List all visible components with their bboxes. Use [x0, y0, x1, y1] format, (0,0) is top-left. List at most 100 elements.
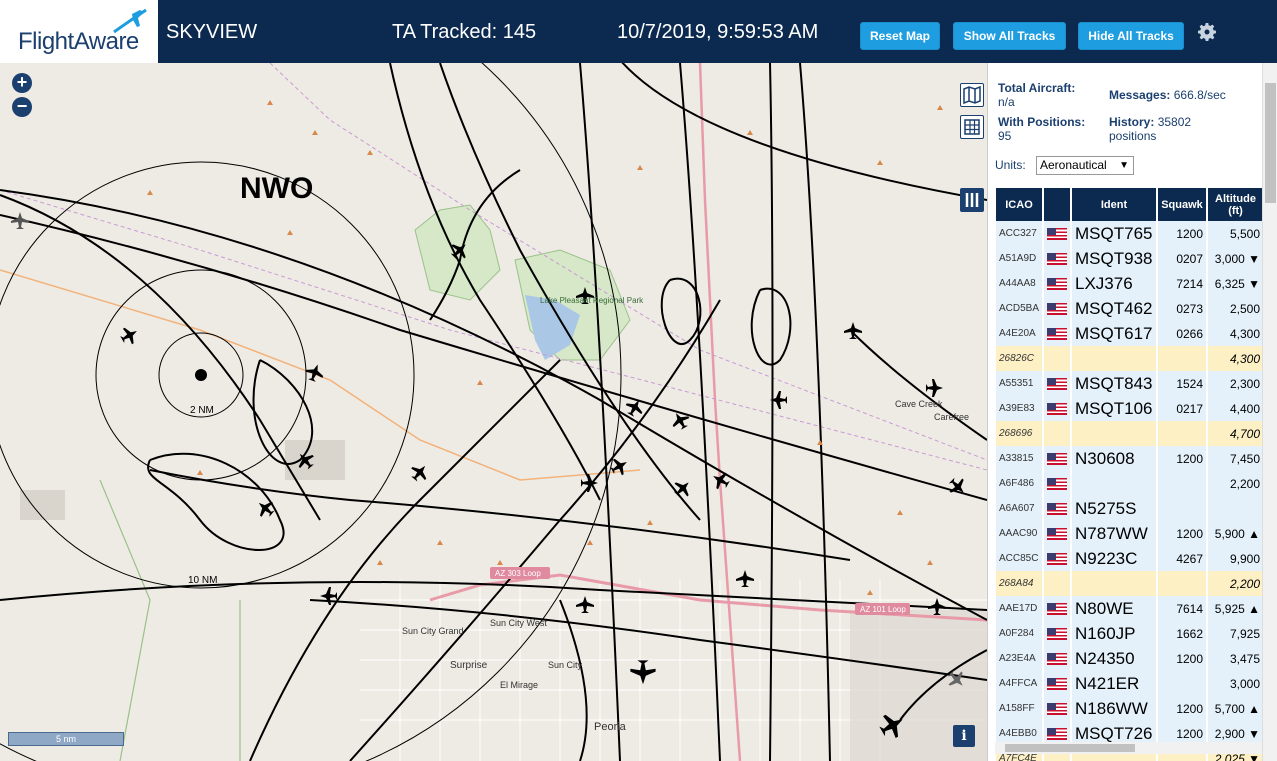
col-flag[interactable] — [1043, 188, 1073, 221]
map-layers-icon[interactable] — [960, 83, 984, 107]
table-row[interactable]: 268696 4,700 — [996, 421, 1266, 446]
place-label: Sun City West — [490, 618, 547, 628]
ident-cell: N787WW — [1071, 521, 1159, 546]
squawk-cell — [1157, 471, 1209, 496]
altitude-cell: 4,300 — [1207, 321, 1266, 346]
history-stat: History: 35802 positions — [1109, 115, 1219, 143]
flag-cell — [1043, 271, 1073, 296]
flag-cell — [1043, 646, 1073, 671]
positions-label: With Positions: — [998, 115, 1086, 129]
top-bar: FlightAware SKYVIEW TA Tracked: 145 10/7… — [0, 0, 1277, 63]
map-canvas[interactable]: NWO 2 NM 10 NM Sun City Grand Sun City W… — [0, 63, 987, 761]
table-row[interactable]: A39E83 MSQT106 0217 4,400 — [996, 396, 1266, 421]
reset-map-button[interactable]: Reset Map — [860, 22, 940, 50]
us-flag-icon — [1047, 328, 1068, 341]
squawk-cell: 1662 — [1157, 621, 1209, 646]
us-flag-icon — [1047, 403, 1068, 416]
us-flag-icon — [1047, 603, 1068, 616]
table-row[interactable]: AAE17D N80WE 7614 5,925 ▲ — [996, 596, 1266, 621]
map-view[interactable]: NWO 2 NM 10 NM Sun City Grand Sun City W… — [0, 63, 987, 761]
ident-cell: MSQT617 — [1071, 321, 1159, 346]
squawk-cell — [1157, 346, 1209, 371]
table-row[interactable]: ACC327 MSQT765 1200 5,500 — [996, 221, 1266, 246]
flag-cell — [1043, 471, 1073, 496]
squawk-cell — [1157, 421, 1209, 446]
table-row[interactable]: A6A607 N5275S — [996, 496, 1266, 521]
table-row[interactable]: A0F284 N160JP 1662 7,925 — [996, 621, 1266, 646]
place-label: Sun City Grand — [402, 626, 464, 636]
place-label: Cave Creek — [895, 399, 943, 409]
zoom-out-button[interactable]: − — [12, 97, 32, 117]
table-row[interactable]: AAAC90 N787WW 1200 5,900 ▲ — [996, 521, 1266, 546]
hide-all-tracks-button[interactable]: Hide All Tracks — [1078, 22, 1184, 50]
ident-cell — [1071, 571, 1159, 596]
col-squawk[interactable]: Squawk — [1157, 188, 1209, 221]
col-altitude[interactable]: Altitude (ft) — [1207, 188, 1266, 221]
positions-value: 95 — [998, 129, 1012, 143]
units-value: Aeronautical — [1040, 158, 1107, 172]
scroll-thumb[interactable] — [1265, 83, 1276, 203]
table-row[interactable]: 26826C 4,300 — [996, 346, 1266, 371]
table-row[interactable]: A23E4A N24350 1200 3,475 — [996, 646, 1266, 671]
squawk-cell — [1157, 671, 1209, 696]
map-scale-bar: 5 nm — [8, 732, 124, 746]
flag-cell — [1043, 296, 1073, 321]
zoom-in-button[interactable]: + — [12, 73, 32, 93]
scroll-thumb[interactable] — [1005, 744, 1135, 752]
total-aircraft-label: Total Aircraft: — [998, 81, 1076, 95]
us-flag-icon — [1047, 278, 1068, 291]
table-row[interactable]: ACC85C N9223C 4267 9,900 — [996, 546, 1266, 571]
icao-cell: A158FF — [996, 696, 1045, 721]
table-row[interactable]: A4E20A MSQT617 0266 4,300 — [996, 321, 1266, 346]
col-ident[interactable]: Ident — [1071, 188, 1159, 221]
units-select[interactable]: Aeronautical ▼ — [1036, 156, 1134, 175]
altitude-cell: 5,700 ▲ — [1207, 696, 1266, 721]
squawk-cell: 0273 — [1157, 296, 1209, 321]
flag-cell — [1043, 321, 1073, 346]
altitude-cell: 2,500 — [1207, 296, 1266, 321]
flightaware-logo[interactable]: FlightAware — [0, 0, 160, 63]
place-label: Carefree — [934, 412, 969, 422]
table-row[interactable]: A4FFCA N421ER 3,000 — [996, 671, 1266, 696]
place-label: Peoria — [594, 721, 627, 733]
columns-icon[interactable] — [960, 188, 984, 212]
table-row[interactable]: 268A84 2,200 — [996, 571, 1266, 596]
flag-cell — [1043, 396, 1073, 421]
table-row[interactable]: A33815 N30608 1200 7,450 — [996, 446, 1266, 471]
icao-cell: A6A607 — [996, 496, 1045, 521]
us-flag-icon — [1047, 553, 1068, 566]
table-row[interactable]: A55351 MSQT843 1524 2,300 — [996, 371, 1266, 396]
us-flag-icon — [1047, 478, 1068, 491]
table-horizontal-scrollbar[interactable] — [995, 742, 1262, 754]
us-flag-icon — [1047, 678, 1068, 691]
table-row[interactable]: A44AA8 LXJ376 7214 6,325 ▼ — [996, 271, 1266, 296]
grid-icon[interactable] — [960, 115, 984, 139]
altitude-cell: 5,500 — [1207, 221, 1266, 246]
altitude-cell: 7,450 — [1207, 446, 1266, 471]
flag-cell — [1043, 546, 1073, 571]
altitude-cell: 4,400 — [1207, 396, 1266, 421]
col-icao[interactable]: ICAO — [996, 188, 1045, 221]
ring-label-10nm: 10 NM — [188, 575, 217, 586]
tracked-count: TA Tracked: 145 — [392, 21, 537, 43]
show-all-tracks-button[interactable]: Show All Tracks — [953, 22, 1066, 50]
ident-cell — [1071, 421, 1159, 446]
squawk-cell: 1200 — [1157, 446, 1209, 471]
squawk-cell: 7214 — [1157, 271, 1209, 296]
flag-cell — [1043, 496, 1073, 521]
table-row[interactable]: A51A9D MSQT938 0207 3,000 ▼ — [996, 246, 1266, 271]
table-row[interactable]: A158FF N186WW 1200 5,700 ▲ — [996, 696, 1266, 721]
ident-cell: N186WW — [1071, 696, 1159, 721]
info-icon[interactable]: i — [953, 725, 975, 747]
place-label: El Mirage — [500, 680, 538, 690]
gear-icon[interactable] — [1195, 20, 1219, 44]
icao-cell: ACD5BA — [996, 296, 1045, 321]
panel-vertical-scrollbar[interactable] — [1262, 63, 1277, 761]
table-row[interactable]: ACD5BA MSQT462 0273 2,500 — [996, 296, 1266, 321]
messages-value: 666.8/sec — [1173, 88, 1226, 102]
table-row[interactable]: A6F486 2,200 — [996, 471, 1266, 496]
ident-cell: MSQT106 — [1071, 396, 1159, 421]
squawk-cell — [1157, 571, 1209, 596]
squawk-cell: 0266 — [1157, 321, 1209, 346]
altitude-cell: 3,000 ▼ — [1207, 246, 1266, 271]
